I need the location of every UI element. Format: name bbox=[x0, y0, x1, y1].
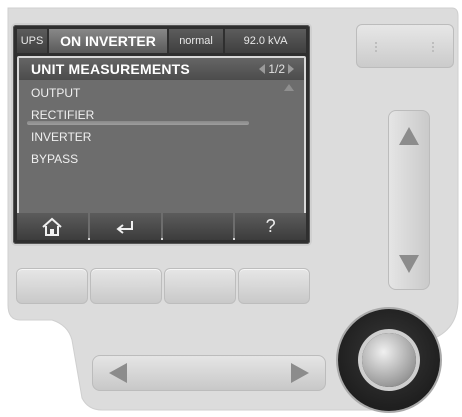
softkey-bar: ? bbox=[17, 213, 306, 240]
menu-list: OUTPUT RECTIFIER INVERTER BYPASS bbox=[19, 82, 284, 170]
menu-item-label: BYPASS bbox=[31, 152, 79, 166]
menu-header: UNIT MEASUREMENTS 1/2 bbox=[19, 58, 304, 80]
menu-item-label: OUTPUT bbox=[31, 86, 81, 100]
status-mode-label: ON INVERTER bbox=[49, 29, 167, 53]
status-power-label: 92.0 kVA bbox=[225, 29, 306, 53]
back-softkey[interactable] bbox=[89, 213, 161, 240]
menu-item-bypass[interactable]: BYPASS bbox=[19, 148, 284, 170]
menu-item-inverter[interactable]: INVERTER bbox=[19, 126, 284, 148]
dial-knob[interactable] bbox=[362, 333, 416, 387]
menu-item-label: RECTIFIER bbox=[31, 108, 95, 122]
menu-title: UNIT MEASUREMENTS bbox=[31, 61, 190, 77]
function-key-2[interactable] bbox=[90, 268, 162, 304]
status-bar: UPS ON INVERTER normal 92.0 kVA bbox=[17, 29, 306, 53]
pager[interactable]: 1/2 bbox=[259, 62, 294, 76]
function-key-4[interactable] bbox=[238, 268, 310, 304]
return-arrow-icon bbox=[116, 220, 134, 234]
page-next-icon[interactable] bbox=[288, 64, 294, 74]
rotary-dial[interactable] bbox=[338, 309, 440, 411]
top-right-key[interactable] bbox=[356, 24, 454, 68]
key-dots-left bbox=[375, 42, 380, 52]
help-softkey[interactable]: ? bbox=[235, 213, 306, 240]
horizontal-rocker bbox=[92, 355, 326, 391]
home-icon bbox=[42, 217, 63, 236]
scroll-up-icon[interactable] bbox=[284, 84, 294, 91]
key-dots-right bbox=[432, 42, 437, 52]
function-key-1[interactable] bbox=[16, 268, 88, 304]
menu-item-label: INVERTER bbox=[31, 130, 92, 144]
blank-softkey[interactable] bbox=[162, 213, 234, 240]
status-ups-label: UPS bbox=[17, 29, 47, 53]
function-key-3[interactable] bbox=[164, 268, 236, 304]
page-prev-icon[interactable] bbox=[259, 64, 266, 74]
home-softkey[interactable] bbox=[17, 213, 88, 240]
down-arrow-button[interactable] bbox=[399, 255, 419, 273]
right-arrow-button[interactable] bbox=[291, 363, 309, 383]
status-state-label: normal bbox=[169, 29, 223, 53]
menu-item-output[interactable]: OUTPUT bbox=[19, 82, 284, 104]
vertical-rocker bbox=[388, 110, 430, 290]
lcd-screen: UPS ON INVERTER normal 92.0 kVA UNIT MEA… bbox=[13, 25, 310, 244]
up-arrow-button[interactable] bbox=[399, 127, 419, 145]
menu-item-rectifier[interactable]: RECTIFIER bbox=[19, 104, 284, 126]
page-indicator: 1/2 bbox=[268, 62, 285, 76]
left-arrow-button[interactable] bbox=[109, 363, 127, 383]
